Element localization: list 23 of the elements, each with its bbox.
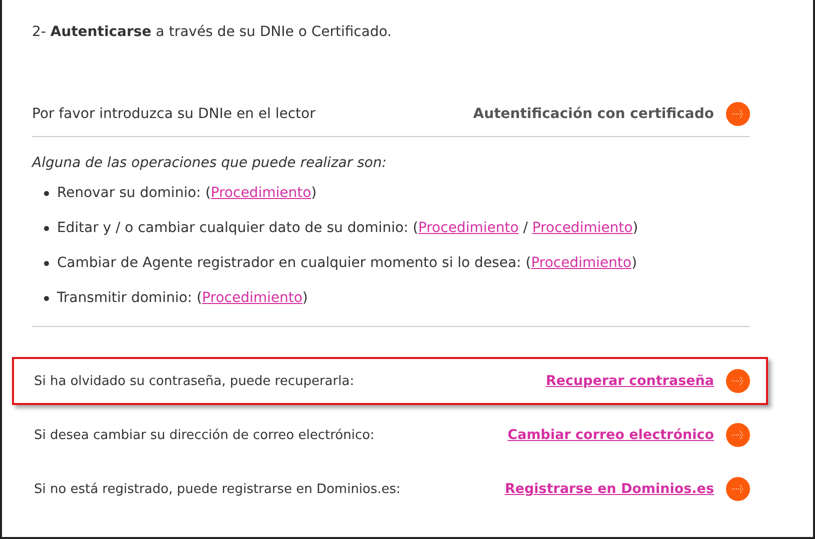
operations-title: Alguna de las operaciones que puede realizar son: (32, 155, 388, 171)
action-text: Si ha olvidado su contraseña, puede recuperarla: (34, 374, 354, 388)
action-text: Si no está registrado, puede registrarse en Dominios.es: (34, 482, 401, 496)
bullet-icon (44, 226, 49, 230)
action-text: Si desea cambiar su dirección de correo electrónico: (34, 428, 374, 442)
bullet-icon (44, 260, 49, 266)
bullet-icon (44, 296, 49, 300)
operation-text: Transmitir dominio: (Procedimiento) (57, 289, 308, 308)
procedure-link[interactable]: Procedimiento (202, 290, 302, 306)
procedure-link[interactable]: Procedimiento (531, 255, 632, 271)
section-heading: 2- Autenticarse a través de su DNIe o Certificado. (32, 23, 393, 42)
procedure-link[interactable]: Procedimiento (532, 220, 633, 236)
procedure-link[interactable]: Procedimiento (210, 185, 312, 201)
action-link[interactable]: Recuperar contraseña (546, 373, 714, 389)
operation-text: Cambiar de Agente registrador en cualquier momento si lo desea: (Procedimiento) (57, 254, 637, 273)
bullet-icon (44, 190, 49, 196)
operation-text: Editar y / o cambiar cualquier dato de su dominio: (Procedimiento / Procedimiento) (57, 219, 638, 238)
action-link[interactable]: Registrarse en Dominios.es (504, 481, 714, 497)
certificate-link[interactable]: Autentificación con certificado (473, 106, 714, 122)
operation-text: Renovar su dominio: (Procedimiento) (57, 184, 317, 203)
action-link[interactable]: Cambiar correo electrónico (508, 427, 714, 443)
instruction-text: Por favor introduzca su DNIe en el lector (32, 106, 316, 122)
procedure-link[interactable]: Procedimiento (418, 220, 519, 236)
